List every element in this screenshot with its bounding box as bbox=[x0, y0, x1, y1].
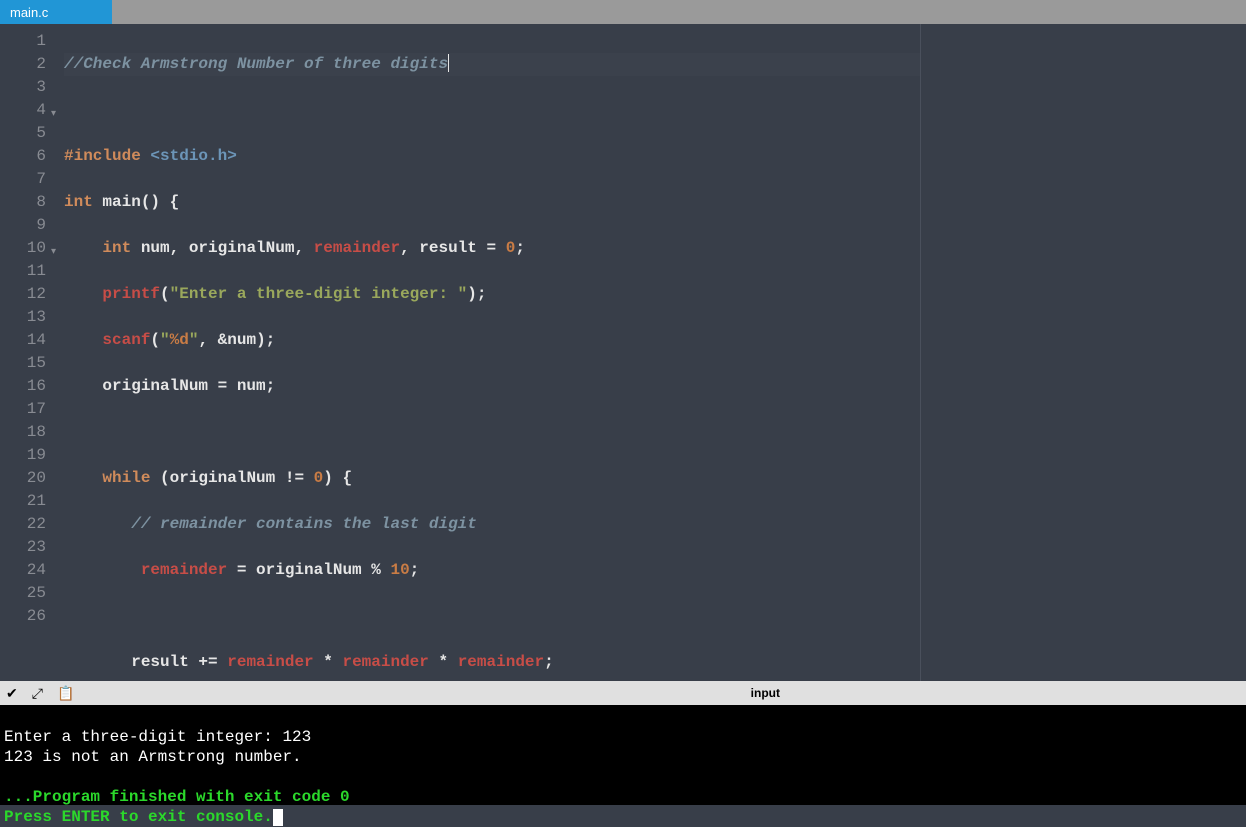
line-number: 15 bbox=[4, 352, 46, 375]
console-line: Enter a three-digit integer: 123 bbox=[4, 728, 311, 746]
line-number: 18 bbox=[4, 421, 46, 444]
expand-icon[interactable]: ⤢ bbox=[32, 685, 43, 702]
line-number: 2 bbox=[4, 53, 46, 76]
line-number: 8 bbox=[4, 191, 46, 214]
line-number: 21 bbox=[4, 490, 46, 513]
code-area[interactable]: //Check Armstrong Number of three digits… bbox=[56, 24, 920, 681]
line-number: 20 bbox=[4, 467, 46, 490]
code-comment: //Check Armstrong Number of three digits bbox=[64, 55, 448, 73]
input-label: input bbox=[751, 686, 780, 700]
line-number: 10 bbox=[4, 237, 46, 260]
console-toolbar: ✔ ⤢ 📋 input bbox=[0, 681, 1246, 705]
line-number: 3 bbox=[4, 76, 46, 99]
editor-right-margin bbox=[920, 24, 1246, 681]
editor: 1234567891011121314151617181920212223242… bbox=[0, 24, 1246, 681]
line-number: 25 bbox=[4, 582, 46, 605]
copy-icon[interactable]: 📋 bbox=[57, 685, 74, 702]
line-number: 9 bbox=[4, 214, 46, 237]
line-number: 6 bbox=[4, 145, 46, 168]
console-cursor bbox=[273, 809, 283, 826]
console-output[interactable]: Enter a three-digit integer: 123 123 is … bbox=[0, 705, 1246, 805]
line-number: 23 bbox=[4, 536, 46, 559]
console-line-success: Press ENTER to exit console. bbox=[4, 808, 273, 826]
line-number: 14 bbox=[4, 329, 46, 352]
line-number: 17 bbox=[4, 398, 46, 421]
console-line: 123 is not an Armstrong number. bbox=[4, 748, 302, 766]
file-tab-main[interactable]: main.c bbox=[0, 0, 112, 24]
line-number: 22 bbox=[4, 513, 46, 536]
line-number: 16 bbox=[4, 375, 46, 398]
line-number: 19 bbox=[4, 444, 46, 467]
line-number: 12 bbox=[4, 283, 46, 306]
collapse-icon[interactable]: ✔ bbox=[6, 685, 18, 702]
line-number: 26 bbox=[4, 605, 46, 628]
line-number: 4 bbox=[4, 99, 46, 122]
line-number: 7 bbox=[4, 168, 46, 191]
tab-bar: main.c bbox=[0, 0, 1246, 24]
line-number: 1 bbox=[4, 30, 46, 53]
tab-filename: main.c bbox=[10, 5, 48, 20]
line-number: 13 bbox=[4, 306, 46, 329]
console-line-success: ...Program finished with exit code 0 bbox=[4, 788, 350, 806]
line-number-gutter: 1234567891011121314151617181920212223242… bbox=[0, 24, 56, 681]
line-number: 24 bbox=[4, 559, 46, 582]
line-number: 11 bbox=[4, 260, 46, 283]
text-cursor bbox=[448, 54, 449, 72]
line-number: 5 bbox=[4, 122, 46, 145]
